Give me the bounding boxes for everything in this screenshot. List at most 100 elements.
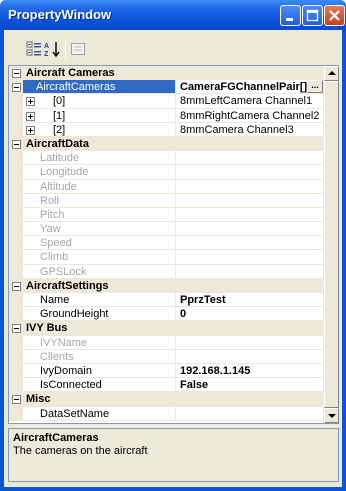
- collapse-icon[interactable]: [12, 83, 21, 93]
- property-row[interactable]: Yaw: [9, 222, 324, 237]
- categorized-button[interactable]: [26, 41, 44, 57]
- property-value[interactable]: 192.168.1.145: [176, 364, 324, 379]
- property-name[interactable]: IvyDomain: [23, 364, 175, 379]
- expand-icon[interactable]: [26, 125, 35, 135]
- property-value[interactable]: [176, 407, 324, 421]
- property-row[interactable]: IVYName: [9, 335, 324, 350]
- description-text: The cameras on the aircraft: [13, 445, 148, 457]
- property-value[interactable]: PprzTest: [176, 293, 324, 308]
- expand-icon[interactable]: [26, 111, 35, 121]
- window-title: PropertyWindow: [8, 7, 112, 22]
- row-margin: [9, 293, 23, 308]
- sub-property-row[interactable]: [0] 8mmLeftCamera Channel1: [9, 94, 324, 109]
- property-name[interactable]: Name: [23, 293, 175, 308]
- property-name[interactable]: Altitude: [23, 180, 175, 194]
- sub-property-row[interactable]: [2] 8mmCamera Channel3: [9, 122, 324, 137]
- property-value[interactable]: 8mmCamera Channel3: [176, 123, 324, 137]
- property-row[interactable]: Latitude: [9, 151, 324, 166]
- svg-text:Z: Z: [44, 51, 49, 57]
- property-value[interactable]: [176, 265, 324, 279]
- property-value[interactable]: CameraFGChannelPair[] Ar...: [176, 80, 324, 95]
- scroll-up-button[interactable]: [324, 66, 339, 81]
- expand-icon[interactable]: [26, 97, 35, 107]
- property-row[interactable]: Clients: [9, 349, 324, 364]
- property-name[interactable]: Longitude: [23, 165, 175, 180]
- property-grid[interactable]: Aircraft Cameras AircraftCameras CameraFGC…: [8, 65, 339, 424]
- property-name[interactable]: Roll: [23, 194, 175, 208]
- property-name[interactable]: Pitch: [23, 208, 175, 223]
- property-name[interactable]: [2]: [23, 123, 175, 137]
- category-row[interactable]: Aircraft Cameras: [9, 66, 324, 81]
- category-row[interactable]: AircraftSettings: [9, 278, 324, 293]
- property-value[interactable]: 8mmRightCamera Channel2: [176, 109, 324, 123]
- row-margin: [9, 151, 23, 166]
- property-value[interactable]: [176, 222, 324, 237]
- property-pages-button[interactable]: [70, 41, 88, 57]
- property-row[interactable]: IvyDomain 192.168.1.145: [9, 363, 324, 379]
- close-icon: [329, 10, 340, 21]
- title-bar[interactable]: PropertyWindow: [0, 0, 346, 30]
- property-value[interactable]: 8mmLeftCamera Channel1: [176, 94, 324, 109]
- row-margin: [9, 222, 23, 237]
- scroll-down-button[interactable]: [324, 408, 339, 423]
- collapse-icon[interactable]: [12, 69, 21, 78]
- ellipsis-button[interactable]: ...: [307, 80, 323, 94]
- property-name[interactable]: Latitude: [23, 151, 175, 166]
- row-margin: [9, 378, 23, 393]
- property-row[interactable]: Speed: [9, 236, 324, 251]
- minimize-icon: [286, 18, 293, 21]
- collapse-icon[interactable]: [12, 281, 21, 291]
- property-value[interactable]: [176, 165, 324, 180]
- maximize-icon: [306, 9, 319, 22]
- property-row[interactable]: Roll: [9, 193, 324, 208]
- collapse-icon[interactable]: [12, 139, 21, 149]
- property-name[interactable]: Clients: [23, 350, 175, 364]
- property-name[interactable]: [1]: [23, 109, 175, 123]
- minimize-button[interactable]: [280, 5, 301, 26]
- property-row[interactable]: Climb: [9, 250, 324, 265]
- property-row[interactable]: Pitch: [9, 207, 324, 223]
- property-value[interactable]: [176, 236, 324, 251]
- scroll-thumb[interactable]: [324, 81, 339, 408]
- property-name[interactable]: AircraftCameras: [23, 80, 175, 95]
- property-value[interactable]: [176, 350, 324, 364]
- category-label: AircraftSettings: [26, 279, 109, 292]
- property-row[interactable]: IsConnected False: [9, 378, 324, 393]
- collapse-icon[interactable]: [12, 395, 21, 405]
- property-name[interactable]: Yaw: [23, 222, 175, 237]
- property-row[interactable]: AircraftCameras CameraFGChannelPair[] Ar.…: [9, 80, 324, 95]
- property-value[interactable]: False: [176, 378, 324, 393]
- category-row[interactable]: IVY Bus: [9, 321, 324, 336]
- property-name[interactable]: [0]: [23, 94, 175, 109]
- property-value[interactable]: [176, 194, 324, 208]
- property-value[interactable]: [176, 208, 324, 223]
- property-row[interactable]: GroundHeight 0: [9, 307, 324, 322]
- property-name[interactable]: IVYName: [23, 336, 175, 350]
- property-row[interactable]: DataSetName: [9, 406, 324, 421]
- property-value[interactable]: [176, 250, 324, 265]
- category-row[interactable]: AircraftData: [9, 136, 324, 152]
- property-value[interactable]: [176, 336, 324, 350]
- maximize-button[interactable]: [302, 5, 323, 26]
- property-value[interactable]: [176, 180, 324, 194]
- property-name[interactable]: DataSetName: [23, 407, 175, 421]
- property-name[interactable]: IsConnected: [23, 378, 175, 393]
- description-title: AircraftCameras: [13, 432, 99, 444]
- row-margin: [9, 236, 23, 251]
- property-row[interactable]: Longitude: [9, 165, 324, 180]
- property-name[interactable]: Climb: [23, 250, 175, 265]
- close-button[interactable]: [324, 5, 345, 26]
- property-name[interactable]: GPSLock: [23, 265, 175, 279]
- vertical-scrollbar[interactable]: [323, 66, 339, 423]
- category-row[interactable]: Misc: [9, 392, 324, 407]
- property-row[interactable]: Altitude: [9, 179, 324, 194]
- alphabetical-button[interactable]: A Z: [44, 41, 62, 58]
- property-value[interactable]: [176, 151, 324, 166]
- sub-property-row[interactable]: [1] 8mmRightCamera Channel2: [9, 108, 324, 123]
- property-name[interactable]: GroundHeight: [23, 307, 175, 322]
- collapse-icon[interactable]: [12, 324, 21, 334]
- property-value[interactable]: 0: [176, 307, 324, 322]
- property-name[interactable]: Speed: [23, 236, 175, 251]
- property-row[interactable]: Name PprzTest: [9, 293, 324, 308]
- property-row[interactable]: GPSLock: [9, 264, 324, 279]
